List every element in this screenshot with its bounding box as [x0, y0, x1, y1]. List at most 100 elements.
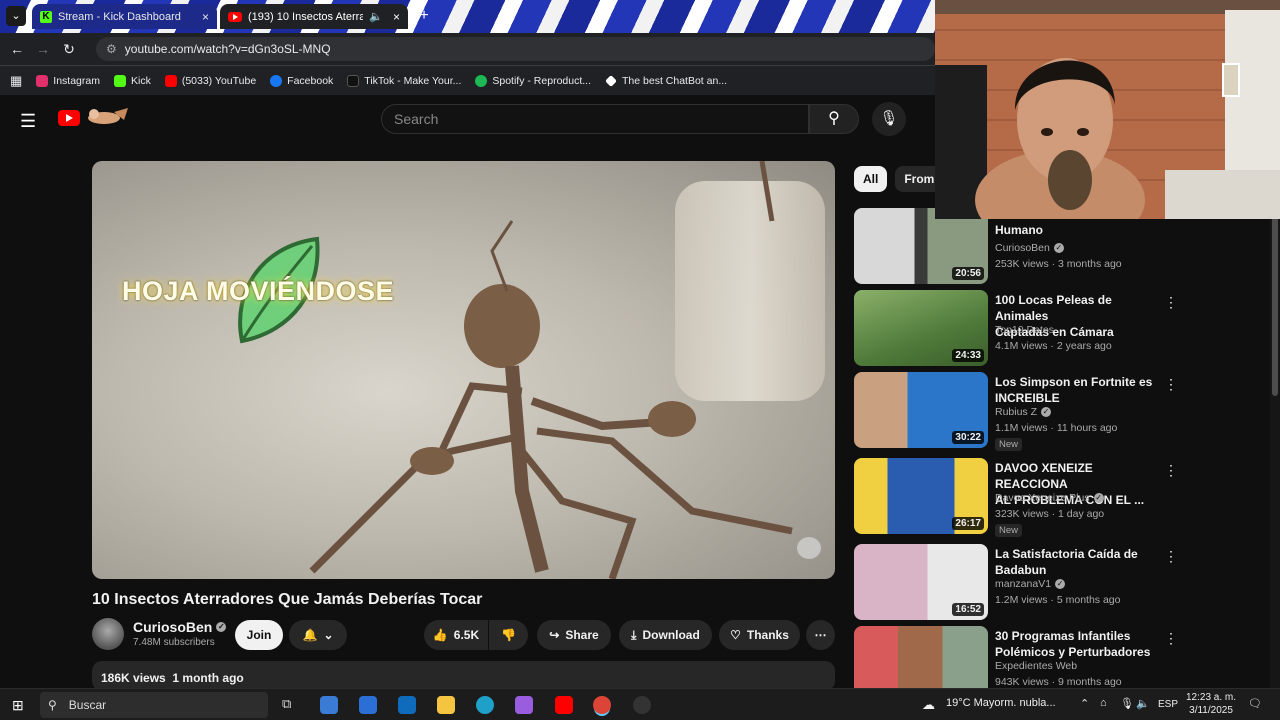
recommendation-channel[interactable]: Expedientes Web	[995, 660, 1077, 672]
url-field[interactable]: ⚙ youtube.com/watch?v=dGn3oSL-MNQ	[96, 37, 935, 61]
file-explorer-icon[interactable]	[437, 696, 455, 714]
video-thumbnail[interactable]: 26:17	[854, 458, 988, 534]
more-options-icon[interactable]: ⋮	[1164, 462, 1178, 479]
edge-browser-icon[interactable]	[476, 696, 494, 714]
obs-icon[interactable]	[633, 696, 651, 714]
language-indicator[interactable]: ESP	[1158, 699, 1178, 710]
recommendation-channel[interactable]: Rubius Z ✓	[995, 406, 1052, 418]
youtube-app-icon[interactable]	[555, 696, 573, 714]
more-actions-button[interactable]: ⋯	[806, 620, 835, 650]
bookmark-chatbot[interactable]: The best ChatBot an...	[605, 75, 727, 87]
more-options-icon[interactable]: ⋮	[1164, 294, 1178, 311]
store-app-icon[interactable]	[359, 696, 377, 714]
video-thumbnail[interactable]: 20:56	[854, 208, 988, 284]
recommendation-channel[interactable]: Top10 Datos	[995, 324, 1054, 336]
task-view-icon[interactable]: ⧉	[282, 696, 291, 712]
thumbs-down-icon: 👎	[501, 628, 516, 642]
tab-youtube-video[interactable]: (193) 10 Insectos Aterrador 🔈 ×	[220, 4, 408, 29]
mic-tray-icon[interactable]: 🎙	[1120, 697, 1134, 710]
share-button[interactable]: ↪ Share	[537, 620, 611, 650]
outlook-app-icon[interactable]	[398, 696, 416, 714]
recommendation-title[interactable]: La Satisfactoria Caída de Badabun	[995, 546, 1165, 578]
more-options-icon[interactable]: ⋮	[1164, 376, 1178, 393]
channel-name[interactable]: CuriosoBen ✓	[133, 619, 227, 635]
taskbar-search[interactable]: ⚲ Buscar	[40, 692, 268, 718]
recommendation-channel[interactable]: CuriosoBen ✓	[995, 242, 1064, 254]
kick-icon: K	[40, 10, 52, 23]
join-button[interactable]: Join	[235, 620, 283, 650]
scrollbar-thumb[interactable]	[1272, 216, 1278, 396]
recommendation-title[interactable]: Los Simpson en Fortnite es INCREIBLE	[995, 374, 1165, 406]
verified-icon: ✓	[1041, 407, 1052, 417]
title-line: Polémicos y Perturbadores	[995, 645, 1151, 659]
copilot-icon[interactable]	[515, 696, 533, 714]
network-icon[interactable]: ⌂	[1100, 697, 1107, 709]
back-icon[interactable]: ←	[4, 41, 30, 57]
speaker-icon[interactable]: 🔈	[369, 10, 383, 23]
bookmark-tiktok[interactable]: TikTok - Make Your...	[347, 74, 462, 87]
channel-watermark-icon[interactable]	[797, 537, 821, 559]
close-tab-icon[interactable]: ×	[202, 10, 209, 24]
bookmark-facebook[interactable]: Facebook	[270, 74, 333, 87]
volume-icon[interactable]: 🔈	[1136, 697, 1150, 710]
chip-all[interactable]: All	[854, 166, 888, 192]
chrome-icon[interactable]	[593, 696, 611, 714]
recommendation-title[interactable]: Humano	[995, 222, 1165, 238]
notifications-button[interactable]: 🔔 ⌄	[289, 620, 347, 650]
reload-icon[interactable]: ↻	[56, 41, 82, 58]
bookmark-instagram[interactable]: Instagram	[36, 74, 100, 87]
recommendation-item[interactable]: 30:22 Los Simpson en Fortnite es INCREIBL…	[854, 372, 1184, 452]
thanks-button[interactable]: ♡ Thanks	[719, 620, 800, 650]
channel-avatar[interactable]	[92, 618, 124, 650]
menu-icon[interactable]: ☰	[20, 111, 38, 132]
bookmark-youtube[interactable]: (5033) YouTube	[164, 74, 256, 87]
bookmarks-bar: ▦ Instagram Kick (5033) YouTube Facebook…	[0, 65, 935, 95]
bookmark-label: The best ChatBot an...	[622, 74, 728, 87]
bookmark-label: TikTok - Make Your...	[364, 74, 462, 87]
news-app-icon[interactable]	[320, 696, 338, 714]
video-thumbnail[interactable]: 30:22	[854, 372, 988, 448]
recommendation-channel[interactable]: manzanaV1 ✓	[995, 578, 1066, 590]
download-button[interactable]: ⤓ Download	[619, 620, 712, 650]
voice-search-button[interactable]: 🎙	[872, 102, 906, 136]
duration-badge: 20:56	[952, 267, 984, 280]
search-button[interactable]: ⚲	[809, 104, 859, 134]
windows-start-icon[interactable]: ⊞	[12, 697, 24, 714]
duration-badge: 24:33	[952, 349, 984, 362]
video-player[interactable]: HOJA MOVIÉNDOSE	[92, 161, 835, 579]
bookmark-spotify[interactable]: Spotify - Reproduct...	[475, 74, 591, 87]
recommendation-item[interactable]: 16:52 La Satisfactoria Caída de Badabun m…	[854, 544, 1184, 624]
like-button[interactable]: 👍 6.5K	[424, 620, 488, 650]
description-box[interactable]: 186K views 1 month ago	[92, 661, 835, 691]
search-input[interactable]: Search	[381, 104, 809, 134]
view-count: 186K views	[101, 671, 166, 685]
dislike-button[interactable]: 👎	[489, 620, 528, 650]
forward-icon[interactable]: →	[30, 41, 56, 57]
bookmark-kick[interactable]: Kick	[113, 74, 151, 87]
apps-grid-icon[interactable]: ▦	[10, 73, 22, 89]
video-thumbnail[interactable]: 24:33	[854, 290, 988, 366]
more-options-icon[interactable]: ⋮	[1164, 548, 1178, 565]
recommendation-channel[interactable]: Davoo Xeneize Plus ✓	[995, 492, 1104, 504]
more-options-icon[interactable]: ⋮	[1164, 630, 1178, 647]
tray-chevron-icon[interactable]: ⌃	[1080, 697, 1089, 710]
recommendation-meta: 253K views · 3 months ago	[995, 258, 1122, 270]
new-tab-button[interactable]: +	[414, 6, 434, 26]
weather-icon[interactable]: ☁	[922, 697, 935, 713]
tab-search-chevron-icon[interactable]: ⌄	[6, 6, 26, 26]
doodle-logo-icon[interactable]	[84, 106, 132, 128]
video-thumbnail[interactable]: 16:52	[854, 544, 988, 620]
new-badge: New	[995, 438, 1023, 451]
title-line: Humano	[995, 223, 1043, 237]
youtube-logo-icon[interactable]	[58, 110, 80, 126]
recommendation-item[interactable]: 26:17 DAVOO XENEIZE REACCIONA AL PROBLEMA…	[854, 458, 1184, 538]
recommendation-item[interactable]: 24:33 100 Locas Peleas de Animales Captad…	[854, 290, 1184, 370]
notifications-icon[interactable]: 🗨	[1248, 697, 1262, 710]
recommendation-title[interactable]: 30 Programas Infantiles Polémicos y Pertu…	[995, 628, 1165, 660]
recommendation-item[interactable]: 20:56 Humano CuriosoBen ✓ 253K views · 3 …	[854, 208, 1184, 288]
tab-kick-dashboard[interactable]: K Stream - Kick Dashboard ×	[32, 4, 217, 29]
weather-text[interactable]: 19°C Mayorm. nubla...	[946, 697, 1056, 709]
clock[interactable]: 12:23 a. m. 3/11/2025	[1186, 691, 1236, 717]
site-info-icon[interactable]: ⚙	[106, 42, 117, 56]
close-tab-icon[interactable]: ×	[393, 10, 400, 24]
